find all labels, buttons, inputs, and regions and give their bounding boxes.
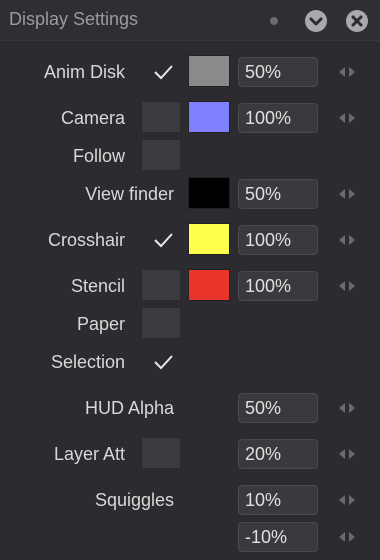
squiggles-value-field[interactable]: 10% bbox=[238, 485, 318, 515]
row-label-view-finder: View finder bbox=[85, 184, 174, 204]
row-label-anim-disk: Anim Disk bbox=[43, 62, 125, 82]
menu-chevron-icon[interactable] bbox=[305, 10, 327, 32]
stencil-color-swatch[interactable] bbox=[188, 269, 230, 301]
row-label-crosshair: Crosshair bbox=[47, 230, 125, 250]
view-finder-stepper-arrows-icon[interactable] bbox=[338, 187, 356, 201]
hud-alpha-stepper-arrows-icon[interactable] bbox=[338, 401, 356, 415]
row-label-camera: Camera bbox=[60, 108, 125, 128]
row-label-stencil: Stencil bbox=[70, 276, 125, 296]
row-label-hud-alpha: HUD Alpha bbox=[84, 398, 174, 418]
row-label-paper: Paper bbox=[76, 314, 125, 334]
anim-disk-checkbox[interactable] bbox=[152, 61, 174, 83]
anim-disk-stepper-arrows-icon[interactable] bbox=[338, 65, 356, 79]
stencil-value-field[interactable]: 100% bbox=[238, 271, 318, 301]
layer-att-stepper-arrows-icon[interactable] bbox=[338, 447, 356, 461]
view-finder-value-field[interactable]: 50% bbox=[238, 179, 318, 209]
view-finder-color-swatch[interactable] bbox=[188, 177, 230, 209]
camera-value-field[interactable]: 100% bbox=[238, 103, 318, 133]
paper-checkbox[interactable] bbox=[141, 307, 181, 339]
anim-disk-color-swatch[interactable] bbox=[188, 55, 230, 87]
hud-alpha-value-field[interactable]: 50% bbox=[238, 393, 318, 423]
squiggles-stepper-arrows-icon[interactable] bbox=[338, 493, 356, 507]
camera-stepper-arrows-icon[interactable] bbox=[338, 111, 356, 125]
anim-disk-value-field[interactable]: 50% bbox=[238, 57, 318, 87]
display-settings-panel: Display Settings Anim Disk 50% Camera 10… bbox=[0, 0, 380, 560]
squiggles-secondary-value-field[interactable]: -10% bbox=[238, 522, 318, 552]
squiggles-secondary-stepper-arrows-icon[interactable] bbox=[338, 530, 356, 544]
layer-att-checkbox[interactable] bbox=[141, 437, 181, 469]
follow-checkbox[interactable] bbox=[141, 139, 181, 171]
layer-att-value-field[interactable]: 20% bbox=[238, 439, 318, 469]
row-label-follow: Follow bbox=[72, 146, 125, 166]
panel-titlebar: Display Settings bbox=[0, 0, 380, 41]
row-label-layer-att: Layer Att bbox=[53, 444, 125, 464]
selection-checkbox[interactable] bbox=[152, 351, 174, 373]
row-label-squiggles: Squiggles bbox=[94, 490, 174, 510]
camera-color-swatch[interactable] bbox=[188, 101, 230, 133]
stencil-checkbox[interactable] bbox=[141, 269, 181, 301]
close-icon[interactable] bbox=[346, 10, 368, 32]
crosshair-checkbox[interactable] bbox=[152, 229, 174, 251]
crosshair-value-field[interactable]: 100% bbox=[238, 225, 318, 255]
crosshair-color-swatch[interactable] bbox=[188, 223, 230, 255]
dot-icon[interactable] bbox=[270, 17, 278, 25]
row-label-selection: Selection bbox=[50, 352, 125, 372]
camera-checkbox[interactable] bbox=[141, 101, 181, 133]
panel-title: Display Settings bbox=[9, 9, 139, 29]
stencil-stepper-arrows-icon[interactable] bbox=[338, 279, 356, 293]
crosshair-stepper-arrows-icon[interactable] bbox=[338, 233, 356, 247]
